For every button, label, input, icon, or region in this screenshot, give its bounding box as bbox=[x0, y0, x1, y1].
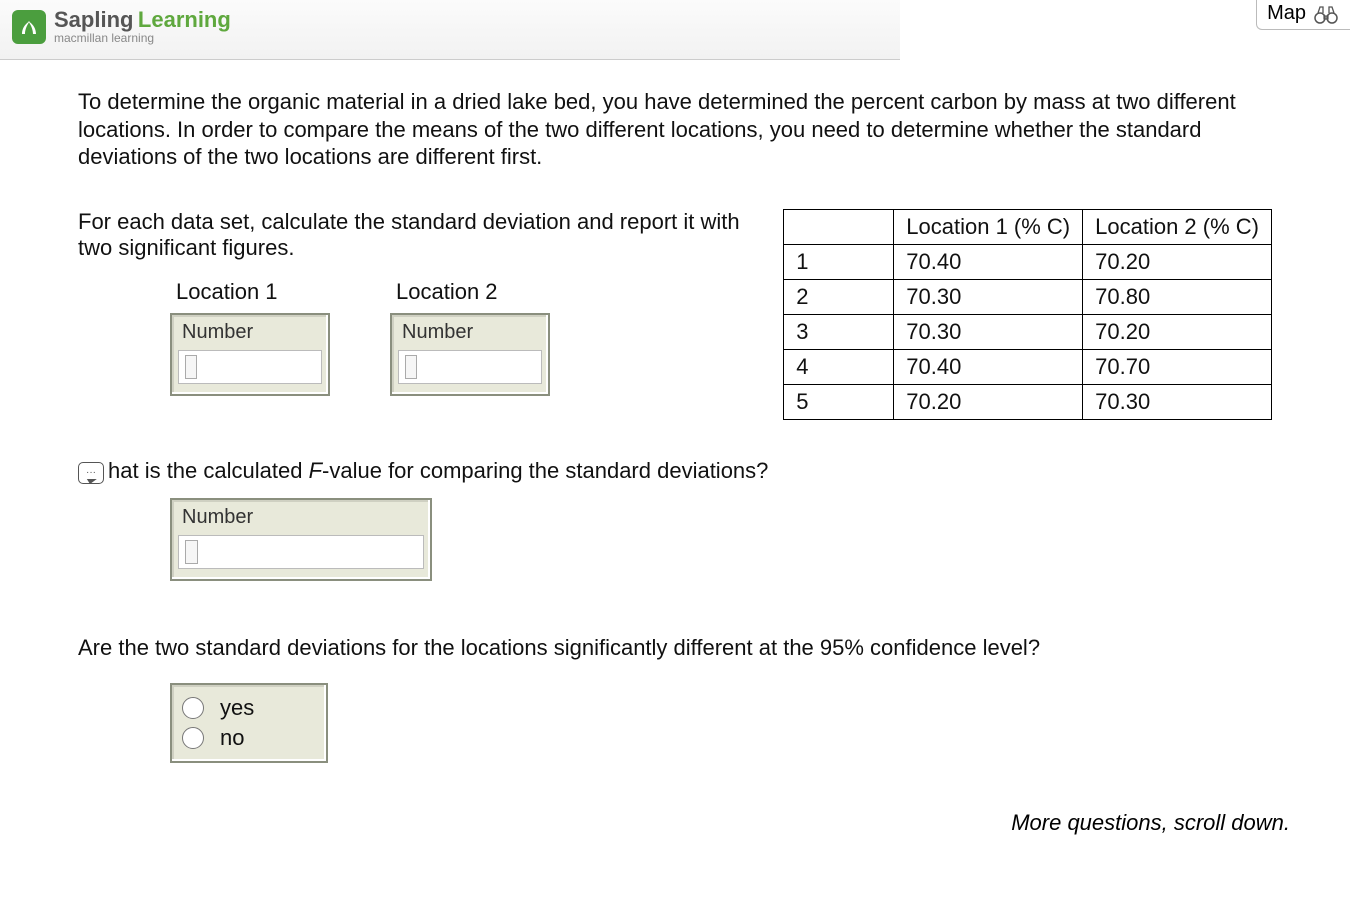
map-tab[interactable]: Map bbox=[1256, 0, 1350, 30]
numbox-label: Number bbox=[398, 319, 542, 350]
data-table: Location 1 (% C) Location 2 (% C) 1 70.4… bbox=[783, 209, 1272, 420]
significance-radio-group: yes no bbox=[170, 683, 328, 763]
map-label: Map bbox=[1267, 2, 1306, 25]
row-l2: 70.20 bbox=[1083, 314, 1272, 349]
row-l2: 70.30 bbox=[1083, 384, 1272, 419]
location1-input-wrapper[interactable] bbox=[178, 350, 322, 384]
question-prompt: To determine the organic material in a d… bbox=[78, 88, 1272, 171]
row-l2: 70.70 bbox=[1083, 349, 1272, 384]
row-idx: 4 bbox=[784, 349, 894, 384]
speech-dots: ··· bbox=[86, 467, 96, 478]
location1-title: Location 1 bbox=[170, 279, 330, 305]
fvalue-question: hat is the calculated F-value for compar… bbox=[108, 458, 768, 484]
row-idx: 3 bbox=[784, 314, 894, 349]
hint-speech-icon[interactable]: ··· bbox=[78, 462, 104, 484]
row-idx: 2 bbox=[784, 279, 894, 314]
location2-number-box: Number bbox=[390, 313, 550, 396]
input-caret-icon bbox=[185, 355, 197, 379]
input-caret-icon bbox=[185, 540, 198, 564]
input-caret-icon bbox=[405, 355, 417, 379]
location1-number-box: Number bbox=[170, 313, 330, 396]
numbox-label: Number bbox=[178, 319, 322, 350]
row-l1: 70.20 bbox=[894, 384, 1083, 419]
table-row: 1 70.40 70.20 bbox=[784, 244, 1272, 279]
sd-instruction: For each data set, calculate the standar… bbox=[78, 209, 743, 261]
location2-title: Location 2 bbox=[390, 279, 550, 305]
table-header-loc1: Location 1 (% C) bbox=[894, 209, 1083, 244]
brand-learning: Learning bbox=[138, 7, 231, 32]
radio-yes-label: yes bbox=[220, 695, 254, 721]
radio-no-row[interactable]: no bbox=[182, 723, 316, 753]
sapling-logo-icon bbox=[12, 10, 46, 44]
row-l1: 70.30 bbox=[894, 279, 1083, 314]
brand-text: Sapling Learning macmillan learning bbox=[54, 8, 231, 45]
brand-subtitle: macmillan learning bbox=[54, 32, 231, 45]
significance-question: Are the two standard deviations for the … bbox=[78, 635, 1272, 661]
row-idx: 1 bbox=[784, 244, 894, 279]
row-l2: 70.80 bbox=[1083, 279, 1272, 314]
table-row: 4 70.40 70.70 bbox=[784, 349, 1272, 384]
fvalue-input[interactable] bbox=[204, 541, 417, 562]
fvalue-suffix: -value for comparing the standard deviat… bbox=[322, 458, 768, 483]
fvalue-number-box: Number bbox=[170, 498, 432, 581]
location2-input-wrapper[interactable] bbox=[398, 350, 542, 384]
fvalue-prefix: hat is the calculated bbox=[108, 458, 309, 483]
app-header: Sapling Learning macmillan learning bbox=[0, 0, 900, 60]
fvalue-F: F bbox=[309, 458, 322, 483]
location1-sd-input[interactable] bbox=[203, 356, 315, 377]
row-idx: 5 bbox=[784, 384, 894, 419]
brand-sapling: Sapling bbox=[54, 7, 133, 32]
table-row: 5 70.20 70.30 bbox=[784, 384, 1272, 419]
radio-yes[interactable] bbox=[182, 697, 204, 719]
row-l1: 70.40 bbox=[894, 244, 1083, 279]
fvalue-input-wrapper[interactable] bbox=[178, 535, 424, 569]
more-questions-hint: More questions, scroll down. bbox=[1011, 810, 1290, 836]
binoculars-icon bbox=[1312, 4, 1340, 24]
table-row: 3 70.30 70.20 bbox=[784, 314, 1272, 349]
row-l1: 70.30 bbox=[894, 314, 1083, 349]
radio-yes-row[interactable]: yes bbox=[182, 693, 316, 723]
row-l2: 70.20 bbox=[1083, 244, 1272, 279]
row-l1: 70.40 bbox=[894, 349, 1083, 384]
table-row: 2 70.30 70.80 bbox=[784, 279, 1272, 314]
location2-sd-input[interactable] bbox=[423, 356, 535, 377]
radio-no[interactable] bbox=[182, 727, 204, 749]
table-header-loc2: Location 2 (% C) bbox=[1083, 209, 1272, 244]
question-content: To determine the organic material in a d… bbox=[0, 60, 1350, 783]
table-corner bbox=[784, 209, 894, 244]
numbox-label: Number bbox=[178, 504, 424, 535]
radio-no-label: no bbox=[220, 725, 244, 751]
